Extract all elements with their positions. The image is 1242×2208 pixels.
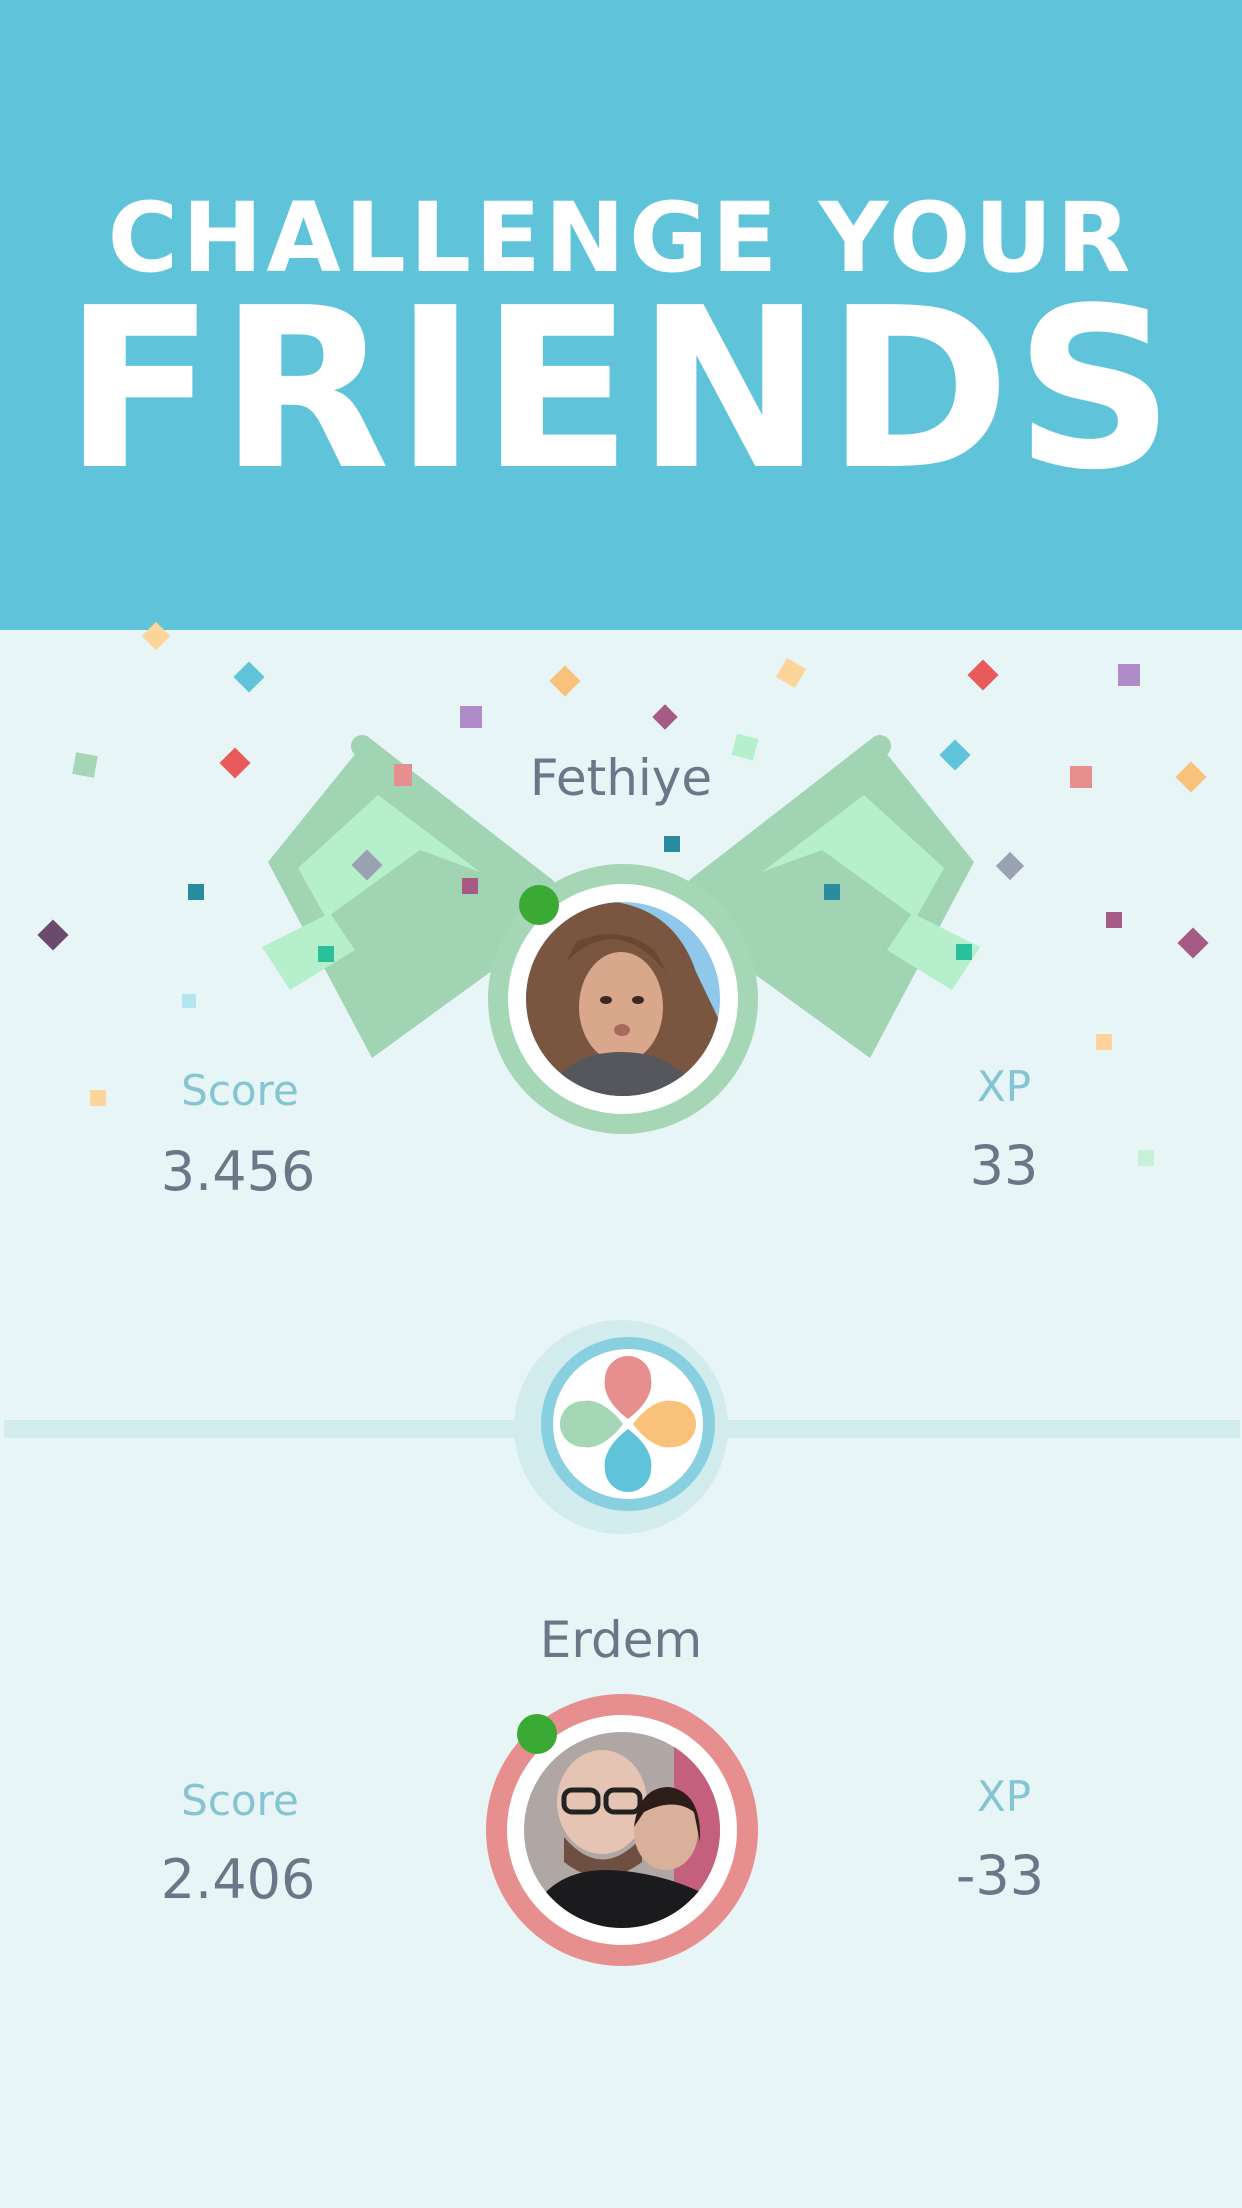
avatar-photo-top bbox=[526, 902, 720, 1096]
score-label-top: Score bbox=[181, 1066, 299, 1115]
player-name-top: Fethiye bbox=[529, 749, 713, 807]
player-name-bottom: Erdem bbox=[539, 1611, 703, 1669]
online-status-dot-top bbox=[519, 885, 559, 925]
score-label-bottom: Score bbox=[181, 1776, 299, 1825]
online-status-dot-bottom bbox=[517, 1714, 557, 1754]
xp-label-bottom: XP bbox=[976, 1772, 1032, 1821]
xp-value-top: 33 bbox=[969, 1134, 1039, 1197]
avatar-photo-bottom bbox=[524, 1732, 720, 1928]
xp-value-bottom: -33 bbox=[955, 1844, 1045, 1907]
score-value-top: 3.456 bbox=[160, 1140, 316, 1203]
four-petal-logo-icon bbox=[560, 1356, 696, 1492]
score-value-bottom: 2.406 bbox=[160, 1848, 316, 1911]
xp-label-top: XP bbox=[976, 1062, 1032, 1111]
